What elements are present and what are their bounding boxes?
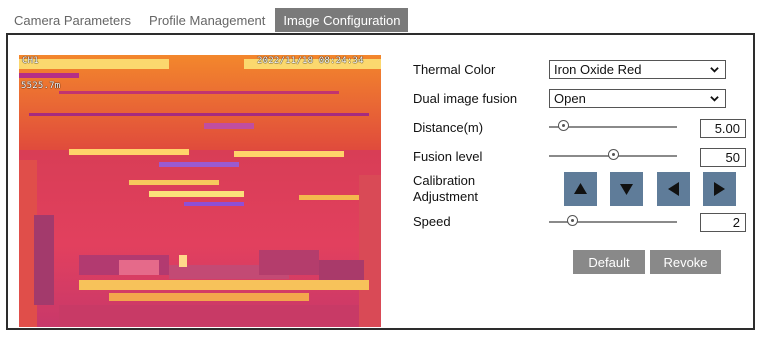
chevron-down-icon xyxy=(710,67,719,73)
osd-datetime: 2022/11/18 08:24:34 xyxy=(257,56,364,66)
speed-slider[interactable] xyxy=(549,215,677,229)
right-arrow-icon xyxy=(714,182,725,196)
up-arrow-icon xyxy=(574,183,587,194)
calibrate-up-button[interactable] xyxy=(564,172,597,206)
dual-image-fusion-select[interactable]: Open xyxy=(549,89,726,108)
default-button[interactable]: Default xyxy=(573,250,645,274)
tab-camera-parameters[interactable]: Camera Parameters xyxy=(6,8,139,32)
thermal-color-label: Thermal Color xyxy=(413,62,496,77)
dual-image-fusion-label: Dual image fusion xyxy=(413,91,518,106)
thermal-scene xyxy=(19,55,381,327)
calibrate-right-button[interactable] xyxy=(703,172,736,206)
calibration-label-line2: Adjustment xyxy=(413,189,479,204)
thermal-color-select[interactable]: Iron Oxide Red xyxy=(549,60,726,79)
tab-image-configuration[interactable]: Image Configuration xyxy=(275,8,409,32)
thermal-preview-image: CH1 5525.7m 2022/11/18 08:24:34 xyxy=(19,55,381,327)
thermal-color-value: Iron Oxide Red xyxy=(554,62,642,77)
dual-image-fusion-value: Open xyxy=(554,91,586,106)
fusion-level-slider[interactable] xyxy=(549,149,677,163)
tab-bar: Camera Parameters Profile Management Ima… xyxy=(6,8,410,32)
distance-slider[interactable] xyxy=(549,120,677,134)
fusion-level-label: Fusion level xyxy=(413,149,483,164)
distance-slider-knob[interactable] xyxy=(558,120,569,131)
distance-input[interactable]: 5.00 xyxy=(700,119,746,138)
fusion-level-input[interactable]: 50 xyxy=(700,148,746,167)
distance-label: Distance(m) xyxy=(413,120,484,135)
tab-profile-management[interactable]: Profile Management xyxy=(141,8,273,32)
revoke-button[interactable]: Revoke xyxy=(650,250,721,274)
chevron-down-icon xyxy=(710,96,719,102)
osd-distance: 5525.7m xyxy=(21,81,61,91)
calibration-label-line1: Calibration xyxy=(413,173,476,188)
speed-slider-knob[interactable] xyxy=(567,215,578,226)
calibrate-down-button[interactable] xyxy=(610,172,643,206)
speed-label: Speed xyxy=(413,214,451,229)
down-arrow-icon xyxy=(620,184,633,195)
osd-channel: CH1 xyxy=(22,56,39,66)
left-arrow-icon xyxy=(668,182,679,196)
fusion-level-slider-knob[interactable] xyxy=(608,149,619,160)
speed-input[interactable]: 2 xyxy=(700,213,746,232)
calibrate-left-button[interactable] xyxy=(657,172,690,206)
